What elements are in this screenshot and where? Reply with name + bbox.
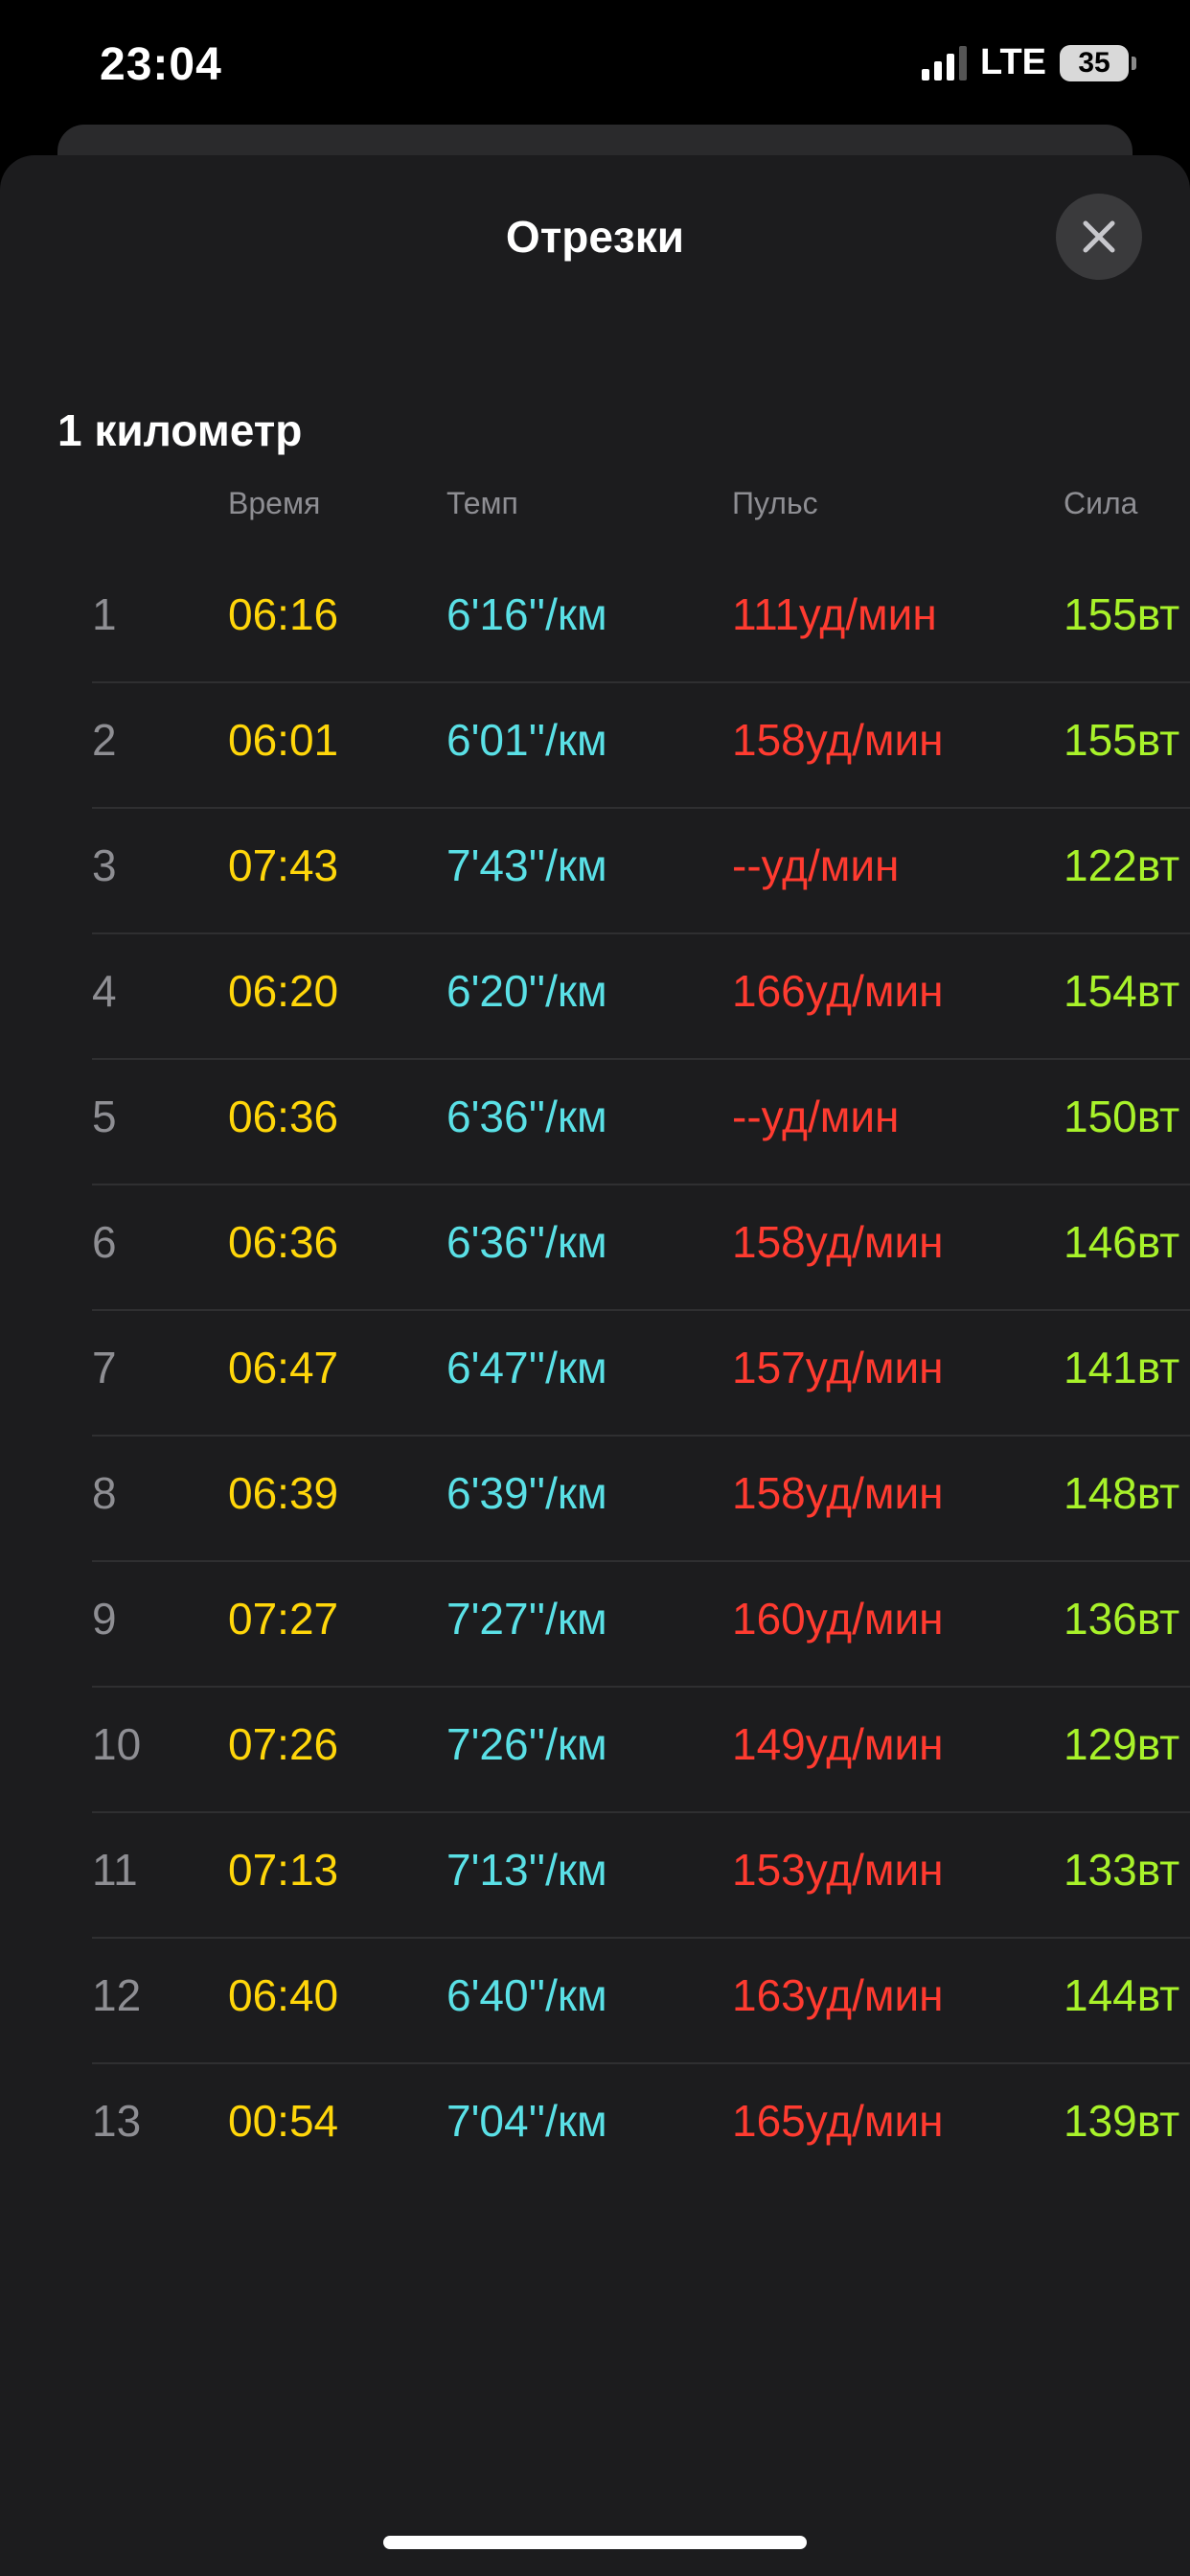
split-number: 7 bbox=[92, 1343, 117, 1392]
split-pace: 6'47''/км bbox=[446, 1343, 607, 1392]
split-heart-rate: 158уд/мин bbox=[732, 1468, 944, 1518]
split-time: 06:39 bbox=[228, 1468, 339, 1518]
split-time: 06:20 bbox=[228, 966, 339, 1016]
split-pace: 6'20''/км bbox=[446, 966, 607, 1016]
split-power: 148вт bbox=[1064, 1468, 1180, 1518]
split-heart-rate: 163уд/мин bbox=[732, 1970, 944, 2020]
table-row: 5 06:36 6'36''/км --уд/мин 150вт bbox=[0, 1060, 1190, 1185]
split-number: 11 bbox=[92, 1845, 138, 1895]
status-indicators: LTE 35 bbox=[922, 42, 1136, 83]
split-heart-rate: 157уд/мин bbox=[732, 1343, 944, 1392]
split-pace: 6'36''/км bbox=[446, 1217, 607, 1267]
split-heart-rate: 160уд/мин bbox=[732, 1594, 944, 1644]
table-row: 13 00:54 7'04''/км 165уд/мин 139вт bbox=[0, 2064, 1190, 2190]
split-pace: 6'39''/км bbox=[446, 1468, 607, 1518]
column-header-pace: Темп bbox=[446, 486, 518, 520]
table-row: 12 06:40 6'40''/км 163уд/мин 144вт bbox=[0, 1939, 1190, 2064]
split-pace: 7'13''/км bbox=[446, 1845, 607, 1895]
battery-level: 35 bbox=[1078, 46, 1110, 79]
split-power: 146вт bbox=[1064, 1217, 1180, 1267]
table-row: 9 07:27 7'27''/км 160уд/мин 136вт bbox=[0, 1562, 1190, 1688]
split-power: 155вт bbox=[1064, 715, 1180, 765]
split-power: 155вт bbox=[1064, 589, 1180, 639]
split-pace: 7'43''/км bbox=[446, 840, 607, 890]
split-time: 07:27 bbox=[228, 1594, 339, 1644]
table-row: 7 06:47 6'47''/км 157уд/мин 141вт bbox=[0, 1311, 1190, 1437]
split-time: 06:36 bbox=[228, 1217, 339, 1267]
split-number: 8 bbox=[92, 1468, 117, 1518]
table-row: 6 06:36 6'36''/км 158уд/мин 146вт bbox=[0, 1185, 1190, 1311]
split-heart-rate: 111уд/мин bbox=[732, 589, 937, 639]
battery-icon: 35 bbox=[1060, 44, 1136, 81]
column-header-heart-rate: Пульс bbox=[732, 486, 818, 520]
split-heart-rate: 165уд/мин bbox=[732, 2096, 944, 2146]
split-heart-rate: 149уд/мин bbox=[732, 1719, 944, 1769]
split-heart-rate: 158уд/мин bbox=[732, 1217, 944, 1267]
split-number: 13 bbox=[92, 2096, 142, 2146]
close-icon bbox=[1083, 220, 1115, 253]
table-header: Время Темп Пульс Сила bbox=[0, 486, 1190, 534]
split-number: 12 bbox=[92, 1970, 142, 2020]
split-time: 07:13 bbox=[228, 1845, 339, 1895]
column-header-time: Время bbox=[228, 486, 321, 520]
split-number: 4 bbox=[92, 966, 117, 1016]
section-title: 1 километр bbox=[57, 405, 303, 455]
split-power: 122вт bbox=[1064, 840, 1180, 890]
split-number: 1 bbox=[92, 589, 117, 639]
close-button[interactable] bbox=[1056, 194, 1142, 280]
table-row: 4 06:20 6'20''/км 166уд/мин 154вт bbox=[0, 934, 1190, 1060]
table-row: 11 07:13 7'13''/км 153уд/мин 133вт bbox=[0, 1813, 1190, 1939]
split-power: 133вт bbox=[1064, 1845, 1180, 1895]
split-heart-rate: 166уд/мин bbox=[732, 966, 944, 1016]
split-pace: 6'16''/км bbox=[446, 589, 607, 639]
network-type: LTE bbox=[980, 42, 1046, 82]
split-pace: 6'36''/км bbox=[446, 1092, 607, 1141]
split-heart-rate: 158уд/мин bbox=[732, 715, 944, 765]
cellular-signal-icon bbox=[922, 45, 968, 80]
split-number: 3 bbox=[92, 840, 117, 890]
split-time: 06:40 bbox=[228, 1970, 339, 2020]
split-power: 141вт bbox=[1064, 1343, 1180, 1392]
split-pace: 7'04''/км bbox=[446, 2096, 607, 2146]
split-number: 5 bbox=[92, 1092, 117, 1141]
column-header-power: Сила bbox=[1064, 486, 1138, 520]
split-number: 2 bbox=[92, 715, 117, 765]
home-indicator[interactable] bbox=[383, 2536, 807, 2549]
split-pace: 6'40''/км bbox=[446, 1970, 607, 2020]
table-row: 8 06:39 6'39''/км 158уд/мин 148вт bbox=[0, 1437, 1190, 1562]
status-bar: 23:04 LTE 35 bbox=[0, 0, 1190, 134]
split-heart-rate: 153уд/мин bbox=[732, 1845, 944, 1895]
split-time: 06:47 bbox=[228, 1343, 339, 1392]
split-pace: 7'26''/км bbox=[446, 1719, 607, 1769]
split-number: 6 bbox=[92, 1217, 117, 1267]
table-row: 2 06:01 6'01''/км 158уд/мин 155вт bbox=[0, 683, 1190, 809]
split-power: 129вт bbox=[1064, 1719, 1180, 1769]
table-row: 10 07:26 7'26''/км 149уд/мин 129вт bbox=[0, 1688, 1190, 1813]
status-time: 23:04 bbox=[100, 39, 222, 90]
split-time: 07:43 bbox=[228, 840, 339, 890]
split-power: 139вт bbox=[1064, 2096, 1180, 2146]
split-power: 150вт bbox=[1064, 1092, 1180, 1141]
sheet-title: Отрезки bbox=[505, 212, 685, 262]
split-number: 9 bbox=[92, 1594, 117, 1644]
table-row: 3 07:43 7'43''/км --уд/мин 122вт bbox=[0, 809, 1190, 934]
split-time: 06:01 bbox=[228, 715, 339, 765]
split-power: 136вт bbox=[1064, 1594, 1180, 1644]
split-heart-rate: --уд/мин bbox=[732, 1092, 900, 1141]
split-time: 07:26 bbox=[228, 1719, 339, 1769]
split-power: 154вт bbox=[1064, 966, 1180, 1016]
split-power: 144вт bbox=[1064, 1970, 1180, 2020]
table-row: 1 06:16 6'16''/км 111уд/мин 155вт bbox=[0, 558, 1190, 683]
split-time: 06:36 bbox=[228, 1092, 339, 1141]
split-number: 10 bbox=[92, 1719, 142, 1769]
split-time: 06:16 bbox=[228, 589, 339, 639]
splits-table: 1 06:16 6'16''/км 111уд/мин 155вт 2 06:0… bbox=[0, 558, 1190, 2190]
split-pace: 7'27''/км bbox=[446, 1594, 607, 1644]
split-heart-rate: --уд/мин bbox=[732, 840, 900, 890]
splits-sheet: Отрезки 1 километр Время Темп Пульс Сила… bbox=[0, 155, 1190, 2576]
split-time: 00:54 bbox=[228, 2096, 339, 2146]
split-pace: 6'01''/км bbox=[446, 715, 607, 765]
